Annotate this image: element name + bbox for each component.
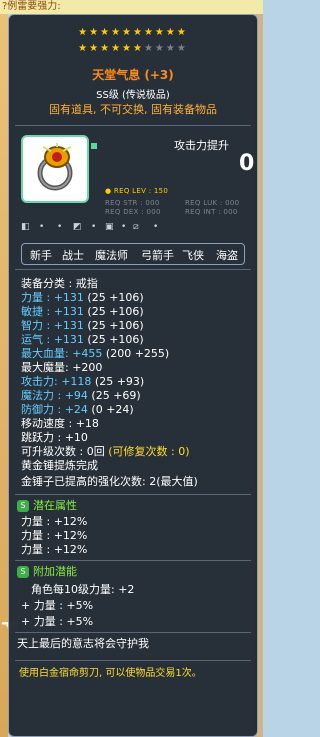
star-force-row-1: ★★★★★★★★★★ xyxy=(9,27,257,39)
scissors-hint: 使用白金宿命剪刀, 可以使物品交易1次。 xyxy=(19,668,202,679)
potential-line-1: 力量 : +12% xyxy=(21,515,88,528)
bonus-potential-title: 附加潜能 xyxy=(33,565,77,578)
stat-attack: 攻击力: +118 (25 +93) xyxy=(21,375,144,388)
item-description: 天上最后的意志将会守护我 xyxy=(17,637,149,650)
stat-value: +118 xyxy=(61,375,92,388)
item-icon-frame xyxy=(21,135,89,203)
stat-detail: (25 +106) xyxy=(87,333,144,346)
stat-label: 魔法力 : xyxy=(21,389,65,402)
potential-header: S 潜在属性 xyxy=(17,499,77,512)
divider xyxy=(15,269,251,270)
slash-icon: ⧄ xyxy=(133,222,139,232)
job-pirate: 海盗 xyxy=(216,249,238,262)
upgrade-slots: 可升级次数 : 0回 (可修复次数 : 0) xyxy=(21,445,189,458)
req-level: ● REQ LEV : 150 xyxy=(105,187,169,195)
golden-hammer-status: 黄金锤提炼完成 xyxy=(21,459,98,472)
stat-label: 最大血量: xyxy=(21,347,73,360)
stat-value: +24 xyxy=(64,403,88,416)
stat-detail: (25 +69) xyxy=(91,389,141,402)
stat-jump: 跳跃力 : +10 xyxy=(21,431,88,444)
stat-detail: (25 +106) xyxy=(87,291,144,304)
stat-detail: (0 +24) xyxy=(91,403,134,416)
stat-max-mp: 最大魔量: +200 xyxy=(21,361,102,374)
item-grade: SS级 (传说极品) xyxy=(96,90,170,101)
stat-speed: 移动速度 : +18 xyxy=(21,417,99,430)
stat-detail: (25 +106) xyxy=(87,305,144,318)
item-name: 天堂气息 (+3) xyxy=(92,68,174,82)
stat-detail: (25 +93) xyxy=(94,375,145,388)
dot-icon: • xyxy=(57,222,63,232)
item-tooltip: ★★★★★★★★★★ ★★★★★★★★★★ 天堂气息 (+3) SS级 (传说极… xyxy=(8,14,258,737)
divider xyxy=(15,125,251,126)
divider xyxy=(15,494,251,495)
stat-label: 运气 : xyxy=(21,333,54,346)
stack-icon: ▣ xyxy=(105,222,114,232)
ring-icon xyxy=(37,143,73,191)
job-requirements: 新手 战士 魔法师 弓箭手 飞侠 海盗 xyxy=(21,243,245,265)
attack-increase-label: 攻击力提升 xyxy=(174,139,229,152)
req-str: REQ STR : 000 xyxy=(105,199,160,207)
item-restriction: 固有道具, 不可交换, 固有装备物品 xyxy=(49,103,217,116)
star-force-row-2: ★★★★★★★★★★ xyxy=(9,43,257,55)
potential-line-3: 力量 : +12% xyxy=(21,543,88,556)
job-beginner: 新手 xyxy=(30,249,52,262)
restore-count: (可修复次数 : 0) xyxy=(108,445,190,458)
req-luk: REQ LUK : 000 xyxy=(185,199,240,207)
potential-line-2: 力量 : +12% xyxy=(21,529,88,542)
dot-icon: • xyxy=(121,222,127,232)
upgrade-count: 可升级次数 : 0回 xyxy=(21,445,105,458)
stat-dex: 敏捷 : +131 (25 +106) xyxy=(21,305,144,318)
potential-title: 潜在属性 xyxy=(33,499,77,512)
divider xyxy=(15,632,251,633)
stat-value: +131 xyxy=(53,319,84,332)
req-dex: REQ DEX : 000 xyxy=(105,208,161,216)
stat-label: 力量 : xyxy=(21,291,54,304)
dot-icon: • xyxy=(91,222,97,232)
bonus-potential-line-2: + 力量 : +5% xyxy=(21,599,94,612)
stat-magic-attack: 魔法力 : +94 (25 +69) xyxy=(21,389,141,402)
stat-value: +131 xyxy=(53,291,84,304)
potential-grade-icon: S xyxy=(17,500,29,512)
stat-label: 智力 : xyxy=(21,319,54,332)
stat-max-hp: 最大血量: +455 (200 +255) xyxy=(21,347,169,360)
stat-value: +131 xyxy=(53,305,84,318)
stat-value: +455 xyxy=(72,347,103,360)
bonus-potential-header: S 附加潜能 xyxy=(17,565,77,578)
stat-defense: 防御力 : +24 (0 +24) xyxy=(21,403,134,416)
job-archer: 弓箭手 xyxy=(141,249,174,262)
bonus-potential-grade-icon: S xyxy=(17,566,29,578)
equip-category: 装备分类 : 戒指 xyxy=(21,277,98,290)
attack-increase-value: 0 xyxy=(239,151,255,176)
stat-detail: (200 +255) xyxy=(105,347,170,360)
stat-value: +200 xyxy=(72,361,103,374)
stat-value: +94 xyxy=(64,389,88,402)
req-int: REQ INT : 000 xyxy=(185,208,238,216)
star-grey-icons: ★★★★ xyxy=(143,43,188,54)
stat-value: +131 xyxy=(53,333,84,346)
bonus-potential-line-1: 角色每10级力量: +2 xyxy=(31,583,135,596)
divider xyxy=(15,660,251,661)
stat-label: 敏捷 : xyxy=(21,305,54,318)
stat-label: 攻击力: xyxy=(21,375,62,388)
bonus-potential-line-3: + 力量 : +5% xyxy=(21,615,94,628)
stat-str: 力量 : +131 (25 +106) xyxy=(21,291,144,304)
stat-label: 防御力 : xyxy=(21,403,65,416)
stat-int: 智力 : +131 (25 +106) xyxy=(21,319,144,332)
golden-hammer-count: 金锤子已提高的强化次数: 2(最大值) xyxy=(21,475,198,488)
divider xyxy=(15,560,251,561)
stat-label: 最大魔量: xyxy=(21,361,73,374)
star-gold-icons: ★★★★★★ xyxy=(78,43,144,54)
durability-icon: ◩ xyxy=(73,222,82,232)
stat-luk: 运气 : +131 (25 +106) xyxy=(21,333,144,346)
job-magician: 魔法师 xyxy=(95,249,128,262)
dot-icon: • xyxy=(39,222,45,232)
stat-detail: (25 +106) xyxy=(87,319,144,332)
pet-equip-icon: ◧ xyxy=(21,222,30,232)
background-notice: ?例雷要强力: xyxy=(0,0,263,14)
dot-icon: • xyxy=(153,222,159,232)
star-gold-icons: ★★★★★★★★★★ xyxy=(78,27,188,38)
job-thief: 飞侠 xyxy=(182,249,204,262)
job-warrior: 战士 xyxy=(62,249,84,262)
grade-tag-icon xyxy=(91,143,97,149)
